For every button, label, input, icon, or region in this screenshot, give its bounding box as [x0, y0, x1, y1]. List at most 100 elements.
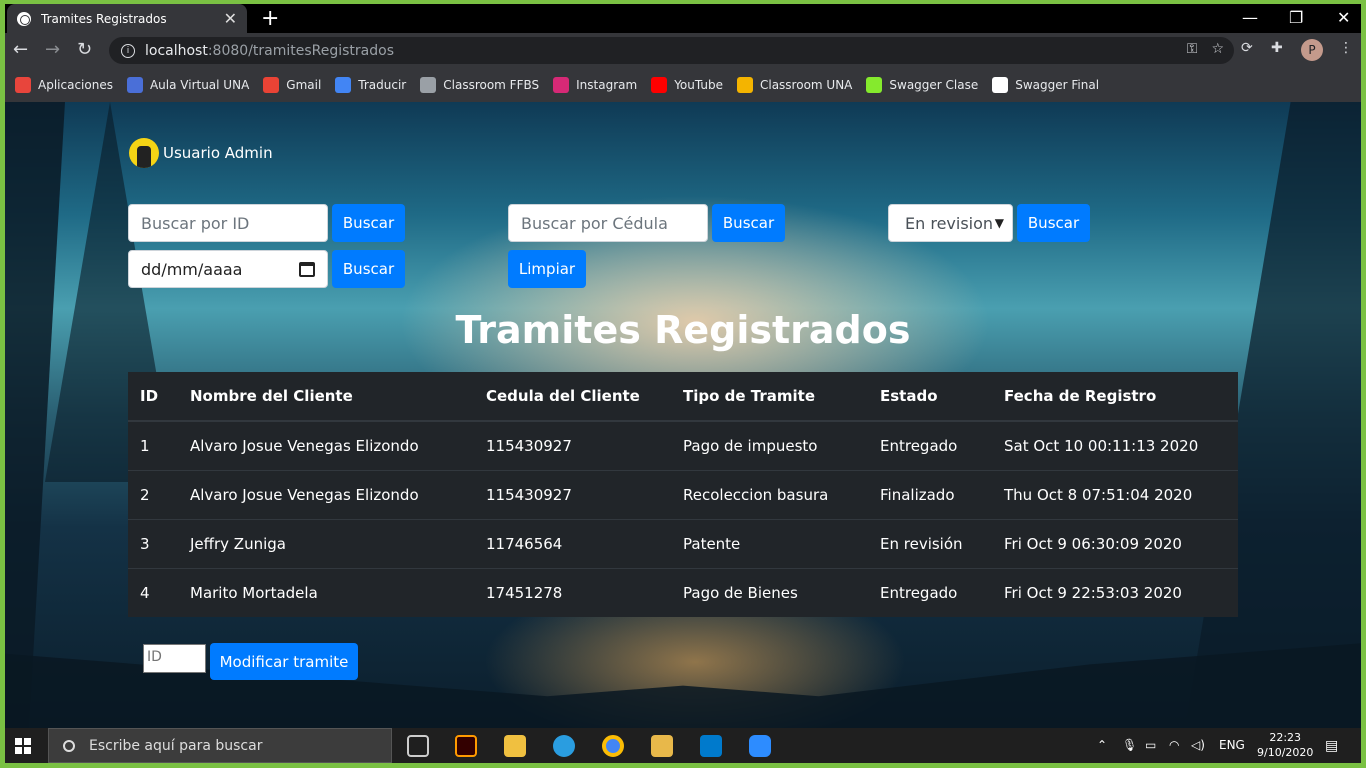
globe-icon: [992, 77, 1009, 93]
search-cedula-input[interactable]: Buscar por Cédula: [508, 204, 708, 242]
search-date-button[interactable]: Buscar: [332, 250, 405, 288]
tramites-table: ID Nombre del Cliente Cedula del Cliente…: [128, 372, 1238, 617]
bookmark-item[interactable]: Traducir: [335, 77, 406, 93]
windows-start-icon[interactable]: [15, 738, 31, 754]
bookmark-item[interactable]: YouTube: [651, 77, 723, 93]
search-date-input[interactable]: dd/mm/aaaa: [128, 250, 328, 288]
bookmark-label: YouTube: [674, 78, 723, 92]
table-cell: Finalizado: [868, 469, 992, 519]
tree-silhouette-left: [5, 102, 65, 728]
calendar-icon[interactable]: [299, 261, 315, 277]
table-cell: Thu Oct 8 07:51:04 2020: [992, 469, 1238, 519]
bookmark-label: Gmail: [286, 78, 322, 92]
table-cell: 3: [128, 518, 178, 568]
search-cedula-button[interactable]: Buscar: [712, 204, 785, 242]
table-cell: En revisión: [868, 518, 992, 568]
edge-icon[interactable]: [553, 735, 575, 757]
bookmark-item[interactable]: Aplicaciones: [15, 77, 113, 93]
table-cell: Recoleccion basura: [671, 469, 868, 519]
modify-id-input[interactable]: ID: [143, 644, 206, 673]
bookmark-label: Instagram: [576, 78, 638, 92]
extension-sync-icon[interactable]: ⟳: [1241, 40, 1253, 56]
search-status-button[interactable]: Buscar: [1017, 204, 1090, 242]
translate-icon: [335, 77, 352, 93]
bookmarks-bar: Aplicaciones Aula Virtual UNA Gmail Traduci…: [5, 68, 1361, 102]
bookmark-item[interactable]: Aula Virtual UNA: [126, 77, 249, 93]
page-title: Tramites Registrados: [455, 308, 911, 352]
bookmark-label: Swagger Clase: [889, 78, 979, 92]
bookmark-item[interactable]: Gmail: [263, 77, 321, 93]
address-bar[interactable]: i localhost :8080/tramitesRegistrados ⚿ …: [109, 37, 1234, 64]
bookmark-item[interactable]: Classroom FFBS: [420, 77, 539, 93]
maximize-button[interactable]: ❐: [1289, 8, 1303, 27]
profile-avatar[interactable]: P: [1301, 39, 1323, 61]
instagram-icon: [553, 77, 570, 93]
language-indicator[interactable]: ENG: [1219, 738, 1245, 752]
column-header: Tipo de Tramite: [671, 372, 868, 422]
table-cell: Entregado: [868, 567, 992, 617]
bookmark-star-icon[interactable]: ☆: [1211, 41, 1224, 57]
back-arrow-icon[interactable]: ←: [13, 39, 28, 60]
tab-title: Tramites Registrados: [41, 11, 167, 26]
microphone-icon[interactable]: 🎙: [1122, 738, 1137, 752]
table-cell: Alvaro Josue Venegas Elizondo: [178, 420, 474, 470]
table-cell: Fri Oct 9 22:53:03 2020: [992, 567, 1238, 617]
table-cell: Patente: [671, 518, 868, 568]
table-row: 2 Alvaro Josue Venegas Elizondo 115430927 R…: [128, 469, 1238, 519]
table-cell: 4: [128, 567, 178, 617]
bookmark-item[interactable]: Swagger Final: [992, 77, 1099, 93]
reload-icon[interactable]: ↻: [77, 39, 92, 60]
status-select[interactable]: En revision ▼: [888, 204, 1013, 242]
column-header: Estado: [868, 372, 992, 422]
extensions-puzzle-icon[interactable]: ✚: [1271, 40, 1283, 56]
browser-tab[interactable]: Tramites Registrados ✕: [7, 4, 247, 33]
taskbar-search[interactable]: Escribe aquí para buscar: [48, 728, 392, 763]
gmail-icon: [263, 77, 280, 93]
vscode-icon[interactable]: [700, 735, 722, 757]
table-row: 1 Alvaro Josue Venegas Elizondo 115430927 P…: [128, 420, 1238, 470]
new-tab-button[interactable]: +: [261, 6, 279, 31]
menu-kebab-icon[interactable]: ⋮: [1339, 40, 1353, 56]
chrome-icon[interactable]: [602, 735, 624, 757]
globe-icon: [17, 11, 31, 26]
aula-virtual-icon: [126, 77, 143, 93]
volume-icon[interactable]: ◁): [1191, 738, 1205, 752]
clock-date: 9/10/2020: [1257, 746, 1314, 759]
file-explorer-icon[interactable]: [504, 735, 526, 757]
clear-button[interactable]: Limpiar: [508, 250, 586, 288]
search-id-button[interactable]: Buscar: [332, 204, 405, 242]
task-view-icon[interactable]: [407, 735, 429, 757]
minimize-button[interactable]: —: [1242, 8, 1258, 27]
search-icon: [63, 739, 75, 752]
site-info-icon[interactable]: i: [121, 43, 135, 58]
search-id-input[interactable]: Buscar por ID: [128, 204, 328, 242]
bookmark-item[interactable]: Swagger Clase: [866, 77, 978, 93]
table-cell: Pago de impuesto: [671, 420, 868, 470]
close-window-button[interactable]: ✕: [1337, 8, 1350, 27]
notifications-icon[interactable]: ▤: [1325, 738, 1338, 754]
modify-tramite-button[interactable]: Modificar tramite: [210, 643, 358, 680]
browser-toolbar: ← → ↻ i localhost :8080/tramitesRegistra…: [5, 33, 1361, 68]
virtualbox-icon[interactable]: [651, 735, 673, 757]
illustrator-icon[interactable]: [455, 735, 477, 757]
table-header-row: ID Nombre del Cliente Cedula del Cliente…: [128, 372, 1238, 422]
bookmark-item[interactable]: Instagram: [553, 77, 637, 93]
key-icon[interactable]: ⚿: [1187, 41, 1198, 57]
bookmark-label: Traducir: [358, 78, 407, 92]
user-avatar-icon: [129, 138, 159, 168]
battery-icon[interactable]: ▭: [1145, 738, 1156, 752]
table-cell: Marito Mortadela: [178, 567, 474, 617]
taskbar-clock[interactable]: 22:23 9/10/2020: [1257, 730, 1313, 760]
taskbar-search-placeholder: Escribe aquí para buscar: [89, 737, 263, 754]
tab-close-icon[interactable]: ✕: [224, 9, 237, 28]
chevron-down-icon: ▼: [994, 216, 1004, 230]
browser-window: Tramites Registrados ✕ + — ❐ ✕ ← → ↻ i l…: [5, 4, 1361, 763]
zoom-icon[interactable]: [749, 735, 771, 757]
bookmark-item[interactable]: Classroom UNA: [736, 77, 852, 93]
tab-strip: Tramites Registrados ✕ + — ❐ ✕: [5, 4, 1361, 33]
table-cell: 115430927: [474, 469, 671, 519]
chevron-up-icon[interactable]: ⌃: [1097, 738, 1107, 752]
table-cell: 115430927: [474, 420, 671, 470]
wifi-icon[interactable]: ◠: [1169, 738, 1179, 752]
forward-arrow-icon[interactable]: →: [45, 39, 60, 60]
